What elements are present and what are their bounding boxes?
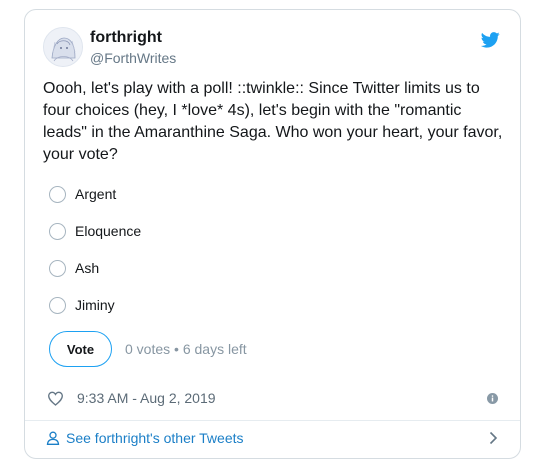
poll-option-label: Argent (75, 186, 117, 202)
vote-button[interactable]: Vote (49, 331, 112, 367)
poll-option-label: Jiminy (75, 297, 115, 313)
avatar-illustration (44, 28, 82, 66)
radio-button[interactable] (49, 185, 66, 203)
poll-option-jiminy[interactable]: Jiminy (49, 294, 115, 316)
info-icon[interactable] (487, 393, 498, 404)
see-other-tweets-link[interactable]: See forthright's other Tweets (46, 430, 244, 446)
tweet-timestamp[interactable]: 9:33 AM - Aug 2, 2019 (77, 390, 216, 406)
person-icon (46, 431, 60, 445)
radio-button[interactable] (49, 222, 66, 240)
radio-button[interactable] (49, 259, 66, 277)
poll-status: 0 votes • 6 days left (125, 341, 247, 357)
poll-option-label: Ash (75, 260, 100, 276)
chevron-right-icon[interactable] (489, 431, 498, 445)
poll-option-argent[interactable]: Argent (49, 183, 116, 205)
poll-option-ash[interactable]: Ash (49, 257, 99, 279)
avatar[interactable] (43, 27, 83, 67)
tweet-card: forthright @ForthWrites Oooh, let's play… (24, 9, 521, 459)
user-handle[interactable]: @ForthWrites (90, 50, 176, 66)
footer-divider (25, 420, 520, 421)
poll-option-label: Eloquence (75, 223, 142, 239)
see-other-tweets-text[interactable]: See forthright's other Tweets (66, 430, 244, 446)
poll-option-eloquence[interactable]: Eloquence (49, 220, 141, 242)
radio-button[interactable] (49, 296, 66, 314)
heart-icon[interactable] (47, 391, 64, 406)
display-name[interactable]: forthright (90, 29, 162, 47)
twitter-bird-icon[interactable] (481, 32, 500, 48)
tweet-text: Oooh, let's play with a poll! ::twinkle:… (43, 80, 503, 163)
